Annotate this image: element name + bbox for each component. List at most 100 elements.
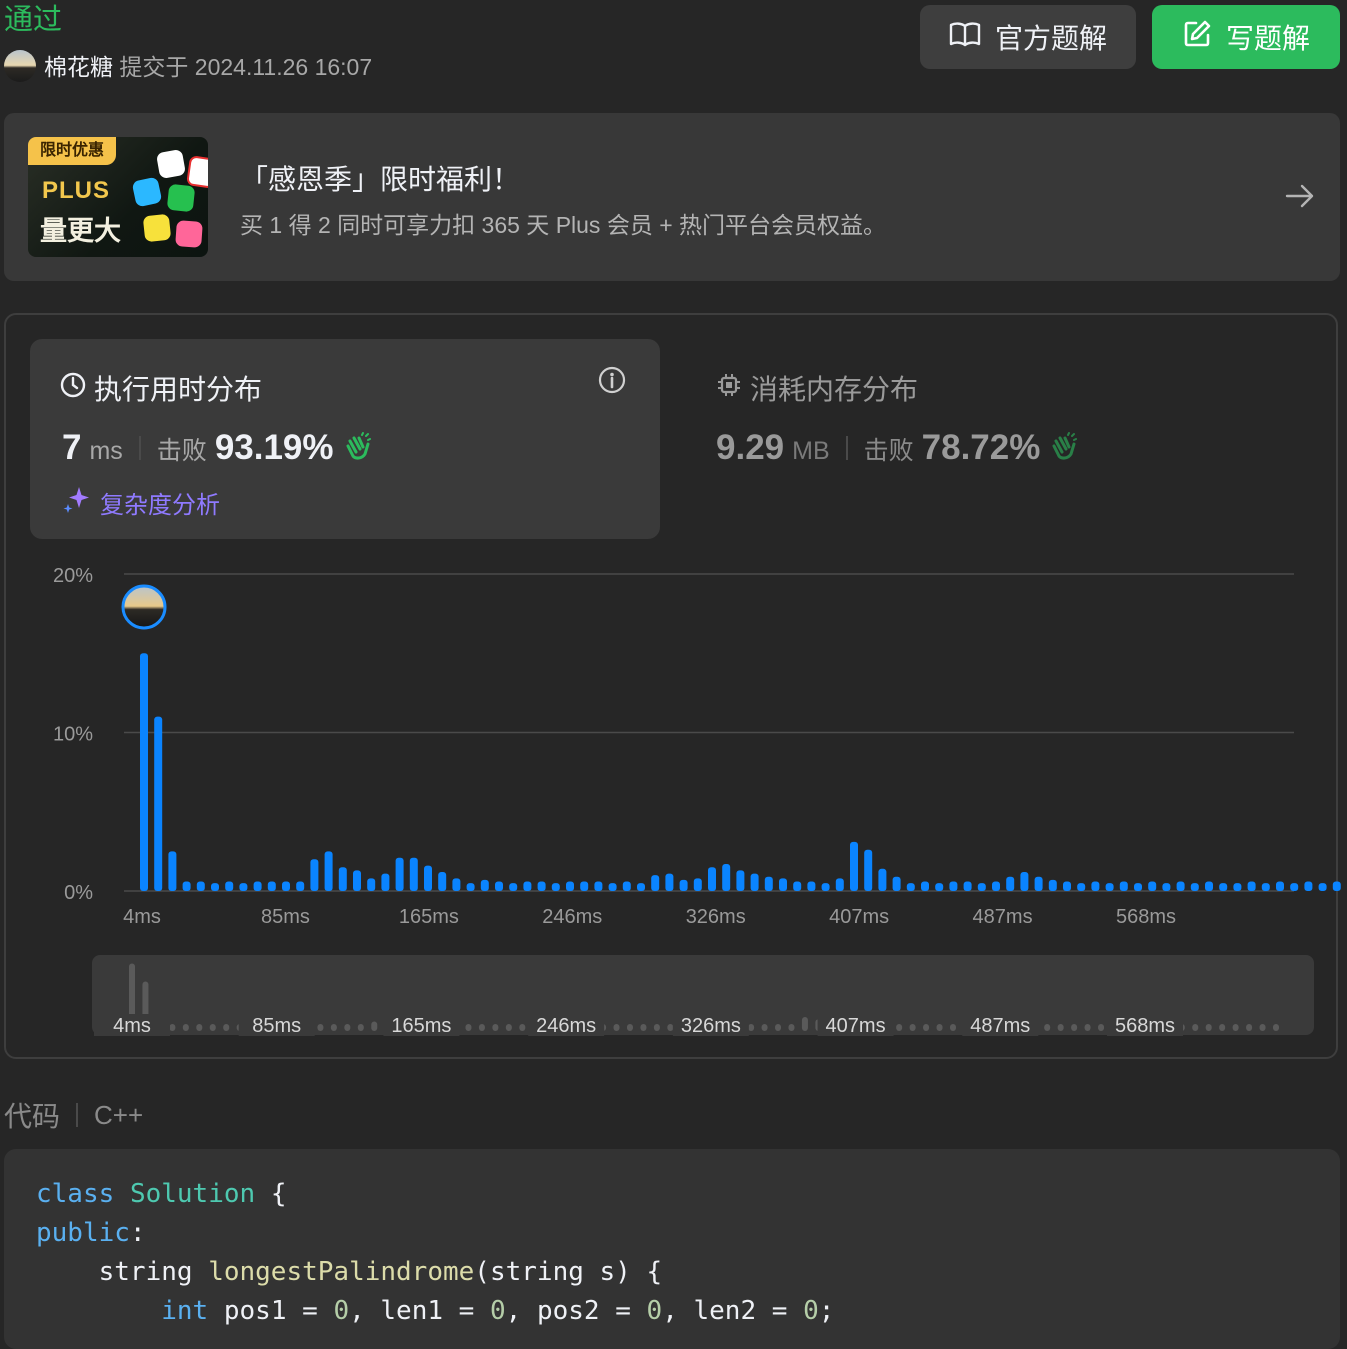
chart-bar bbox=[779, 878, 787, 891]
chart-bar bbox=[722, 864, 731, 891]
chart-bar bbox=[963, 881, 972, 891]
navigator-bar bbox=[357, 1024, 364, 1031]
chart-bar bbox=[1063, 881, 1071, 891]
navigator-bar bbox=[1098, 1024, 1105, 1031]
chart-bar bbox=[992, 881, 1000, 891]
chart-bar bbox=[1332, 881, 1341, 891]
chart-bar bbox=[679, 879, 688, 891]
chart-bar bbox=[864, 849, 873, 891]
chart-bar bbox=[296, 881, 305, 891]
chart-bar bbox=[168, 851, 177, 891]
chart-bar bbox=[608, 883, 617, 891]
x-tick-label: 4ms bbox=[123, 906, 161, 928]
navigator-bar bbox=[949, 1024, 956, 1031]
chart-bar bbox=[1162, 883, 1171, 891]
navigator-bar bbox=[909, 1024, 916, 1031]
navigator-bar bbox=[1219, 1024, 1226, 1031]
y-axis-labels: 20% 10% 0% bbox=[53, 565, 93, 904]
navigator-bar bbox=[613, 1024, 620, 1031]
navigator-bar bbox=[1246, 1024, 1253, 1031]
chart-bar bbox=[1077, 883, 1086, 891]
divider bbox=[76, 1103, 79, 1127]
navigator-tick-label: 165ms bbox=[391, 1015, 451, 1037]
chart-bar bbox=[480, 879, 489, 891]
navigator-bar bbox=[896, 1024, 903, 1031]
navigator-bar bbox=[465, 1024, 472, 1031]
chart-bar bbox=[736, 870, 745, 891]
avatar-marker bbox=[121, 584, 167, 630]
chart-bar bbox=[1034, 876, 1043, 891]
chart-bar bbox=[253, 881, 262, 891]
chart-bars bbox=[140, 653, 1341, 891]
chart-bar bbox=[551, 883, 560, 891]
chart-bar bbox=[580, 881, 589, 891]
chart-bar bbox=[537, 881, 546, 891]
y-tick-label: 20% bbox=[53, 565, 93, 587]
navigator-bar bbox=[478, 1024, 485, 1031]
chart-bar bbox=[693, 878, 702, 891]
code-content: class Solution { public: string longestP… bbox=[36, 1179, 835, 1326]
chart-bar bbox=[665, 873, 674, 891]
chart-bar bbox=[1290, 883, 1299, 891]
navigator-bar bbox=[667, 1024, 674, 1031]
navigator-bar bbox=[626, 1024, 633, 1031]
navigator-bar bbox=[761, 1024, 768, 1031]
chart-bar bbox=[1006, 876, 1015, 891]
navigator-tick-label: 246ms bbox=[536, 1015, 596, 1037]
chart-bar bbox=[878, 868, 887, 891]
your-submission-marker bbox=[121, 584, 167, 630]
code-block[interactable]: class Solution { public: string longestP… bbox=[4, 1149, 1340, 1349]
navigator-bar bbox=[317, 1024, 324, 1031]
chart-bar bbox=[409, 857, 418, 891]
navigator-bar bbox=[936, 1024, 943, 1031]
x-tick-label: 407ms bbox=[829, 906, 889, 928]
navigator-bar bbox=[1232, 1024, 1239, 1031]
y-tick-label: 10% bbox=[53, 724, 93, 746]
chart-bar bbox=[1190, 883, 1199, 891]
navigator-bar bbox=[169, 1024, 176, 1031]
navigator-bar bbox=[653, 1024, 660, 1031]
navigator-bar bbox=[223, 1024, 230, 1031]
navigator-bar bbox=[1084, 1024, 1091, 1031]
navigator-bar bbox=[1259, 1024, 1266, 1031]
navigator-bar bbox=[788, 1024, 795, 1031]
chart-bar bbox=[1219, 883, 1228, 891]
code-label: 代码 bbox=[4, 1101, 61, 1132]
chart-bar bbox=[381, 873, 390, 891]
chart-bar bbox=[353, 870, 361, 891]
chart-grid bbox=[124, 573, 1294, 892]
chart-bar bbox=[750, 873, 759, 891]
chart-bar bbox=[1318, 883, 1327, 891]
x-tick-label: 165ms bbox=[399, 906, 459, 928]
navigator-bar bbox=[640, 1024, 647, 1031]
code-language: C++ bbox=[94, 1099, 144, 1130]
navigator-bar bbox=[330, 1024, 337, 1031]
navigator-bar bbox=[801, 1017, 808, 1031]
chart-bar bbox=[921, 881, 929, 891]
x-tick-label: 487ms bbox=[973, 906, 1033, 928]
navigator-bar bbox=[1044, 1024, 1051, 1031]
chart-bar bbox=[310, 859, 319, 891]
navigator-bar bbox=[371, 1021, 378, 1031]
chart-bar bbox=[1020, 871, 1029, 891]
chart-bar bbox=[154, 716, 163, 891]
runtime-distribution-chart[interactable]: 20% 10% 0% 4ms 85ms 165ms 246ms 326ms 407ms 487m… bbox=[0, 0, 1347, 1060]
chart-bar bbox=[906, 883, 915, 891]
navigator-tick-label: 85ms bbox=[252, 1015, 301, 1037]
chart-bar bbox=[1148, 881, 1157, 891]
chart-bar bbox=[807, 881, 816, 891]
chart-bar bbox=[466, 883, 475, 891]
chart-bar bbox=[367, 878, 376, 891]
chart-bar bbox=[1205, 881, 1213, 891]
chart-bar bbox=[1304, 881, 1313, 891]
x-tick-label: 246ms bbox=[542, 906, 602, 928]
chart-bar bbox=[566, 881, 574, 891]
chart-bar bbox=[793, 881, 802, 891]
x-tick-label: 85ms bbox=[261, 906, 310, 928]
navigator-tick-label: 326ms bbox=[681, 1015, 741, 1037]
chart-bar bbox=[1233, 883, 1242, 891]
chart-bar bbox=[949, 881, 958, 891]
chart-bar bbox=[850, 841, 858, 891]
chart-bar bbox=[835, 878, 844, 891]
chart-bar bbox=[1247, 881, 1256, 891]
